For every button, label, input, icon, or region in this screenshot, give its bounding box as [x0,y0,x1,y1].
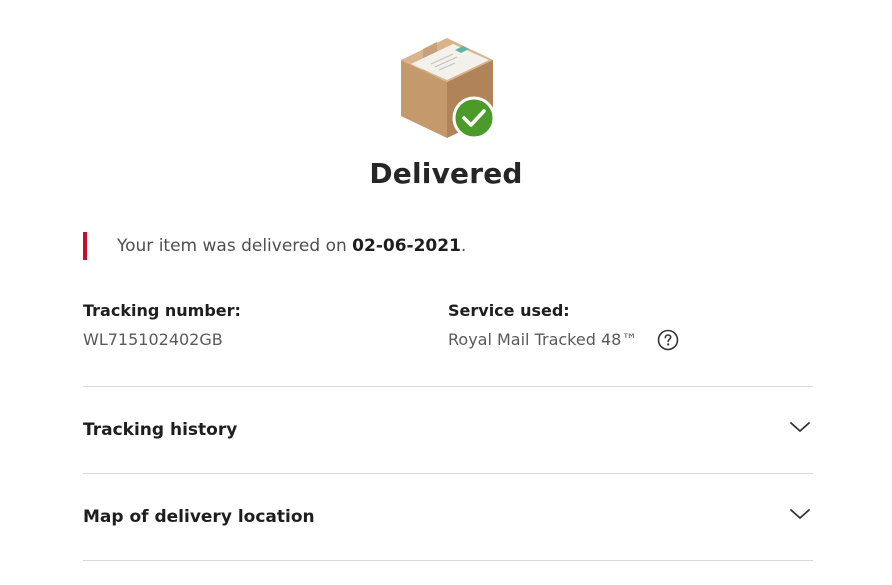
delivery-date: 02-06-2021 [352,236,461,256]
chevron-down-icon [790,509,810,519]
question-circle-icon[interactable] [657,329,679,351]
tracking-history-accordion[interactable]: Tracking history [83,387,813,473]
notice-text: Your item was delivered on [117,236,353,256]
service-used-row: Royal Mail Tracked 48™ [448,329,679,351]
map-of-delivery-location-accordion[interactable]: Map of delivery location [83,474,813,560]
map-of-delivery-location-label: Map of delivery location [83,507,315,527]
service-used-label: Service used: [448,301,570,320]
package-delivered-icon [397,36,497,140]
notice-suffix: . [460,236,467,256]
delivery-notice: Your item was delivered on 02-06-2021. [83,232,466,260]
tracking-number-label: Tracking number: [83,301,241,320]
status-title: Delivered [369,157,523,190]
service-used-block: Service used: Royal Mail Tracked 48™ [448,300,679,351]
tracking-number-block: Tracking number: WL715102402GB [83,300,241,351]
service-used-value: Royal Mail Tracked 48™ [448,330,638,349]
tracking-history-label: Tracking history [83,420,238,440]
chevron-down-icon [790,422,810,432]
tracking-number-value: WL715102402GB [83,330,223,349]
divider [83,560,813,561]
